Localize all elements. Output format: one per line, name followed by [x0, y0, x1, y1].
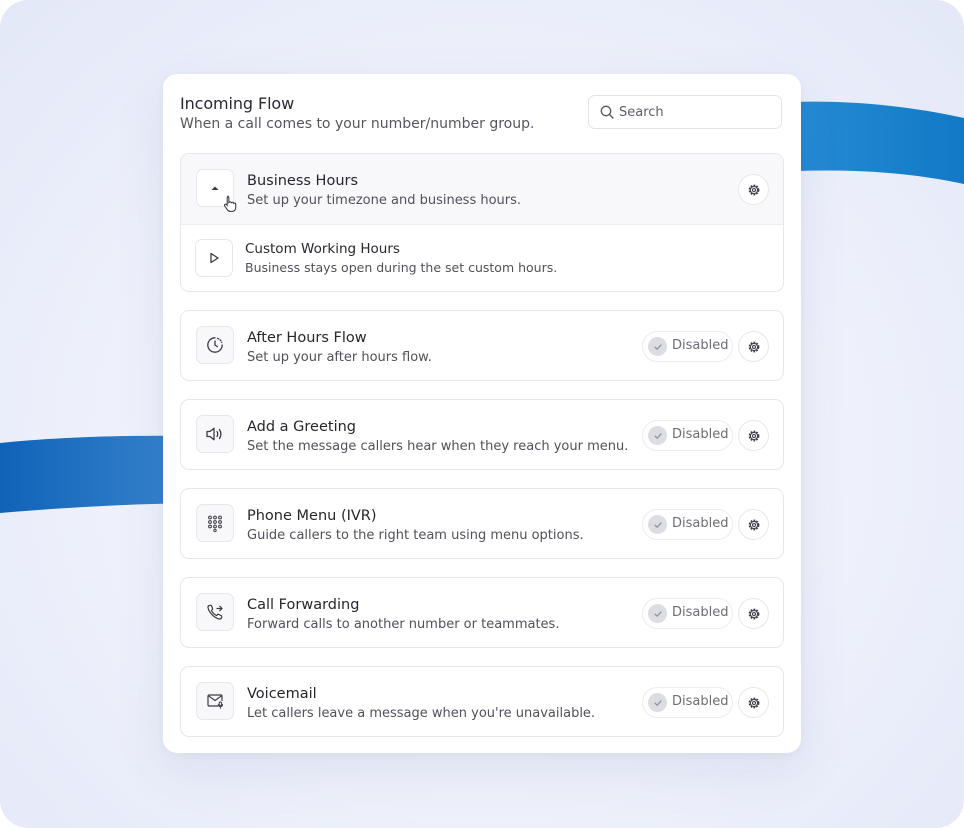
- phone-menu-description: Guide callers to the right team using me…: [247, 528, 584, 543]
- add-greeting-status-toggle[interactable]: Disabled: [642, 420, 733, 451]
- call-forwarding-row[interactable]: Call Forwarding Forward calls to another…: [181, 578, 783, 647]
- business-hours-title: Business Hours: [247, 173, 359, 189]
- phone-menu-section: Phone Menu (IVR) Guide callers to the ri…: [180, 488, 784, 559]
- clock-icon: [207, 337, 223, 353]
- after-hours-flow-section: After Hours Flow Set up your after hours…: [180, 310, 784, 381]
- gear-icon: [748, 430, 759, 441]
- search-box[interactable]: [588, 95, 782, 129]
- add-greeting-row[interactable]: Add a Greeting Set the message callers h…: [181, 400, 783, 469]
- voicemail-settings-button[interactable]: [738, 687, 769, 718]
- call-forwarding-section: Call Forwarding Forward calls to another…: [180, 577, 784, 648]
- speaker-icon: [206, 427, 222, 441]
- status-label: Disabled: [672, 338, 729, 353]
- incoming-flow-card: Incoming Flow When a call comes to your …: [163, 74, 801, 753]
- gear-icon: [748, 519, 759, 530]
- voicemail-row[interactable]: Voicemail Let callers leave a message wh…: [181, 667, 783, 736]
- caret-up-icon: [211, 186, 219, 190]
- after-hours-flow-icon-box: [196, 326, 234, 364]
- page-title: Incoming Flow: [180, 94, 295, 113]
- add-greeting-icon-box: [196, 415, 234, 453]
- check-icon: [648, 693, 667, 712]
- check-icon: [648, 426, 667, 445]
- status-label: Disabled: [672, 694, 729, 709]
- add-greeting-section: Add a Greeting Set the message callers h…: [180, 399, 784, 470]
- after-hours-flow-status-toggle[interactable]: Disabled: [642, 331, 733, 362]
- check-icon: [648, 604, 667, 623]
- add-greeting-description: Set the message callers hear when they r…: [247, 439, 629, 454]
- custom-working-hours-title: Custom Working Hours: [245, 241, 400, 257]
- business-hours-description: Set up your timezone and business hours.: [247, 193, 522, 208]
- voicemail-title: Voicemail: [247, 686, 317, 702]
- after-hours-flow-description: Set up your after hours flow.: [247, 350, 432, 365]
- status-label: Disabled: [672, 427, 729, 442]
- search-icon: [600, 105, 614, 119]
- gear-icon: [748, 184, 759, 195]
- play-icon: [210, 252, 219, 264]
- gear-icon: [748, 341, 759, 352]
- voicemail-icon-box: [196, 682, 234, 720]
- status-label: Disabled: [672, 605, 729, 620]
- check-icon: [648, 515, 667, 534]
- phone-menu-status-toggle[interactable]: Disabled: [642, 509, 733, 540]
- call-forwarding-icon-box: [196, 593, 234, 631]
- gear-icon: [748, 608, 759, 619]
- custom-working-hours-row[interactable]: Custom Working Hours Business stays open…: [181, 225, 783, 291]
- after-hours-flow-settings-button[interactable]: [738, 331, 769, 362]
- voicemail-status-toggle[interactable]: Disabled: [642, 687, 733, 718]
- gear-icon: [748, 697, 759, 708]
- voicemail-description: Let callers leave a message when you're …: [247, 706, 596, 721]
- business-hours-row[interactable]: Business Hours Set up your timezone and …: [181, 154, 783, 225]
- voicemail-icon: [207, 694, 223, 709]
- add-greeting-title: Add a Greeting: [247, 419, 357, 435]
- after-hours-flow-row[interactable]: After Hours Flow Set up your after hours…: [181, 311, 783, 380]
- collapse-toggle-button[interactable]: [196, 169, 237, 212]
- search-input[interactable]: [619, 96, 774, 128]
- custom-working-hours-description: Business stays open during the set custo…: [245, 260, 558, 275]
- phone-menu-title: Phone Menu (IVR): [247, 508, 377, 524]
- business-hours-section: Business Hours Set up your timezone and …: [180, 153, 784, 292]
- phone-menu-row[interactable]: Phone Menu (IVR) Guide callers to the ri…: [181, 489, 783, 558]
- play-button[interactable]: [195, 239, 233, 277]
- page-subtitle: When a call comes to your number/number …: [180, 116, 535, 132]
- check-icon: [648, 337, 667, 356]
- voicemail-section: Voicemail Let callers leave a message wh…: [180, 666, 784, 737]
- call-forwarding-description: Forward calls to another number or teamm…: [247, 617, 560, 632]
- business-hours-settings-button[interactable]: [738, 174, 769, 205]
- call-forwarding-status-toggle[interactable]: Disabled: [642, 598, 733, 629]
- dialpad-icon: [208, 515, 222, 532]
- add-greeting-settings-button[interactable]: [738, 420, 769, 451]
- hand-cursor-icon: [223, 195, 237, 212]
- after-hours-flow-title: After Hours Flow: [247, 330, 367, 346]
- call-forwarding-settings-button[interactable]: [738, 598, 769, 629]
- status-label: Disabled: [672, 516, 729, 531]
- call-forwarding-title: Call Forwarding: [247, 597, 360, 613]
- phone-menu-icon-box: [196, 504, 234, 542]
- phone-menu-settings-button[interactable]: [738, 509, 769, 540]
- phone-forward-icon: [207, 604, 223, 620]
